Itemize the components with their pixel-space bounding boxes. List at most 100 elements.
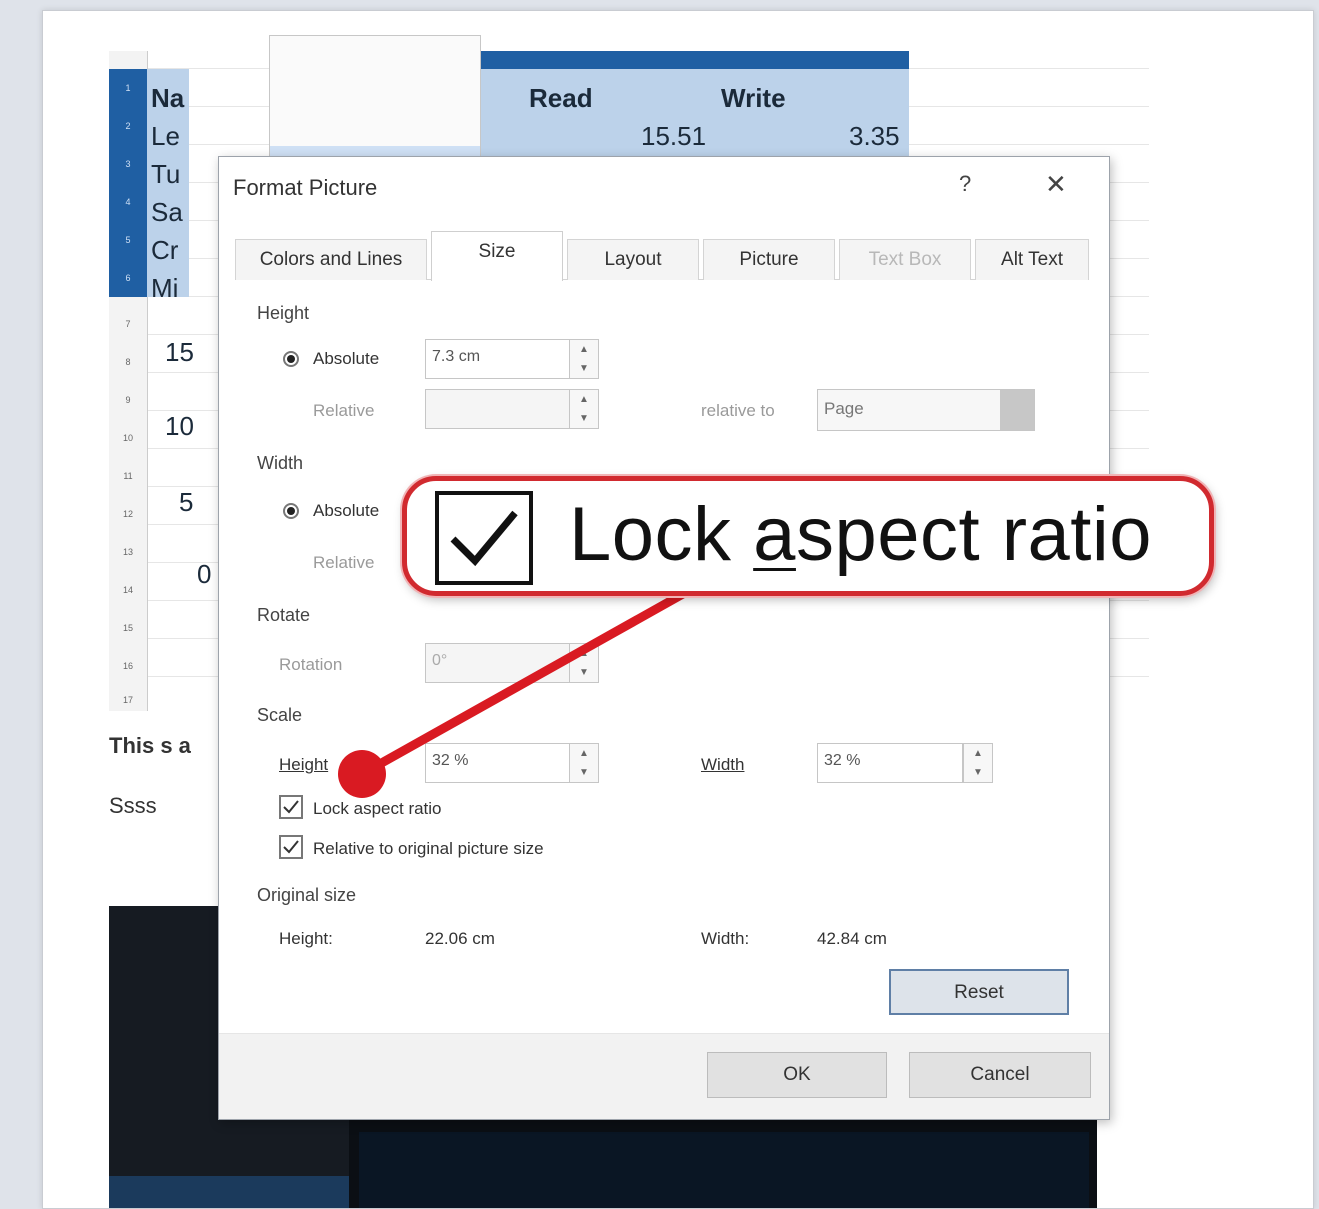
cell-name: Mi [151,273,179,303]
row-number: 9 [125,395,131,405]
rotate-section-label: Rotate [257,605,311,625]
tab-picture[interactable]: Picture [703,239,835,280]
height-absolute-radio[interactable] [283,351,299,367]
dark-sidebar-selected [109,1176,349,1208]
height-absolute-spinner[interactable]: ▲ ▼ [569,339,599,379]
format-picture-dialog: Format Picture ? ✕ Colors and Lines Size… [218,156,1110,1120]
cell-name: Sa [151,197,183,227]
document-text-line: Ssss [109,793,157,818]
height-relative-input [425,389,571,429]
tab-layout[interactable]: Layout [567,239,699,280]
original-height-value: 22.06 cm [425,929,495,948]
dialog-title: Format Picture [233,175,378,200]
rotation-input[interactable]: 0° [425,643,571,683]
height-absolute-label: Absolute [313,349,380,368]
row-number: 14 [122,585,133,595]
row-number: 6 [125,273,131,283]
row-number: 3 [125,159,131,169]
row-number: 15 [122,623,133,633]
tab-colors-and-lines[interactable]: Colors and Lines [235,239,427,280]
row-number: 13 [122,547,133,557]
row-number: 8 [125,357,131,367]
row-number: 1 [125,83,131,93]
width-section-label: Width [257,453,304,473]
relative-to-select: Page [817,389,1035,431]
document-text-line: This s a [109,733,191,758]
column-header-bar [414,51,909,69]
height-relative-label: Relative [313,401,375,420]
scale-height-spinner[interactable]: ▲ ▼ [569,743,599,783]
rotation-spinner[interactable]: ▲ ▼ [569,643,599,683]
close-icon[interactable]: ✕ [1045,169,1067,200]
row-number: 7 [125,319,131,329]
row-number: 2 [125,121,131,131]
dialog-tabs: Colors and Lines Size Layout Picture Tex… [235,227,1089,281]
menu-item [270,36,480,58]
width-absolute-radio[interactable] [283,503,299,519]
cancel-button[interactable]: Cancel [909,1052,1091,1098]
scale-width-label: Width [701,755,745,774]
height-relative-spinner: ▲ ▼ [569,389,599,429]
scale-width-spinner[interactable]: ▲ ▼ [963,743,993,783]
row-number: 11 [123,471,133,481]
relative-to-label: relative to [701,401,775,420]
cell-name: Cr [151,235,179,265]
scale-width-input[interactable]: 32 % [817,743,963,783]
cell-value: 3.35 [849,121,900,151]
original-width-label: Width: [701,929,750,948]
help-icon[interactable]: ? [959,171,971,197]
original-height-label: Height: [279,929,333,948]
column-header-write: Write [721,83,786,113]
cell-value: 15.51 [641,121,707,151]
cell-name: Le [151,121,180,151]
tab-alt-text[interactable]: Alt Text [975,239,1089,280]
menu-item [270,102,480,124]
lock-aspect-ratio-callout: Lock aspect ratio [402,476,1214,596]
tab-size[interactable]: Size [431,231,563,281]
axis-number: 5 [179,487,194,517]
header-row-band [414,69,909,167]
original-width-value: 42.84 cm [817,929,887,948]
dark-panel [359,1132,1089,1208]
ok-button[interactable]: OK [707,1052,887,1098]
row-number: 16 [122,661,133,671]
row-number: 17 [122,695,133,705]
axis-number: 0 [197,559,212,589]
callout-text-start: Lock [569,492,754,577]
row-number: 10 [122,433,133,443]
column-header-read: Read [529,83,593,113]
dialog-footer: OK Cancel [219,1034,1109,1119]
height-section-label: Height [257,303,310,323]
relative-to-value: Page [824,399,864,418]
row-number: 5 [125,235,131,245]
tab-text-box: Text Box [839,239,971,280]
scale-section-label: Scale [257,705,303,725]
callout-label: Lock aspect ratio [569,491,1152,578]
axis-number: 10 [165,411,194,441]
checkmark-icon [450,510,518,567]
lock-aspect-ratio-checkbox[interactable] [279,795,303,819]
row-number: 4 [125,197,131,207]
axis-number: 15 [165,337,194,367]
cell-name: Na [151,83,185,113]
lock-aspect-ratio-label: Lock aspect ratio [313,799,442,818]
height-absolute-input[interactable]: 7.3 cm [425,339,571,379]
menu-item [270,80,480,102]
callout-text-end: spect ratio [795,492,1153,577]
scale-height-label: Height [279,755,329,774]
row-number: 12 [122,509,133,519]
rotation-label: Rotation [279,655,343,674]
callout-anchor-dot [338,750,386,798]
selected-row-numbers [109,69,147,297]
reset-button[interactable]: Reset [889,969,1069,1015]
menu-item [270,124,480,146]
relative-original-size-checkbox[interactable] [279,835,303,859]
callout-checkbox [435,491,533,585]
width-relative-label: Relative [313,553,375,572]
chevron-down-icon [1000,390,1034,430]
original-size-section-label: Original size [257,885,357,905]
width-absolute-label: Absolute [313,501,380,520]
callout-access-key: a [753,492,796,577]
cell-name: Tu [151,159,181,189]
scale-height-input[interactable]: 32 % [425,743,571,783]
